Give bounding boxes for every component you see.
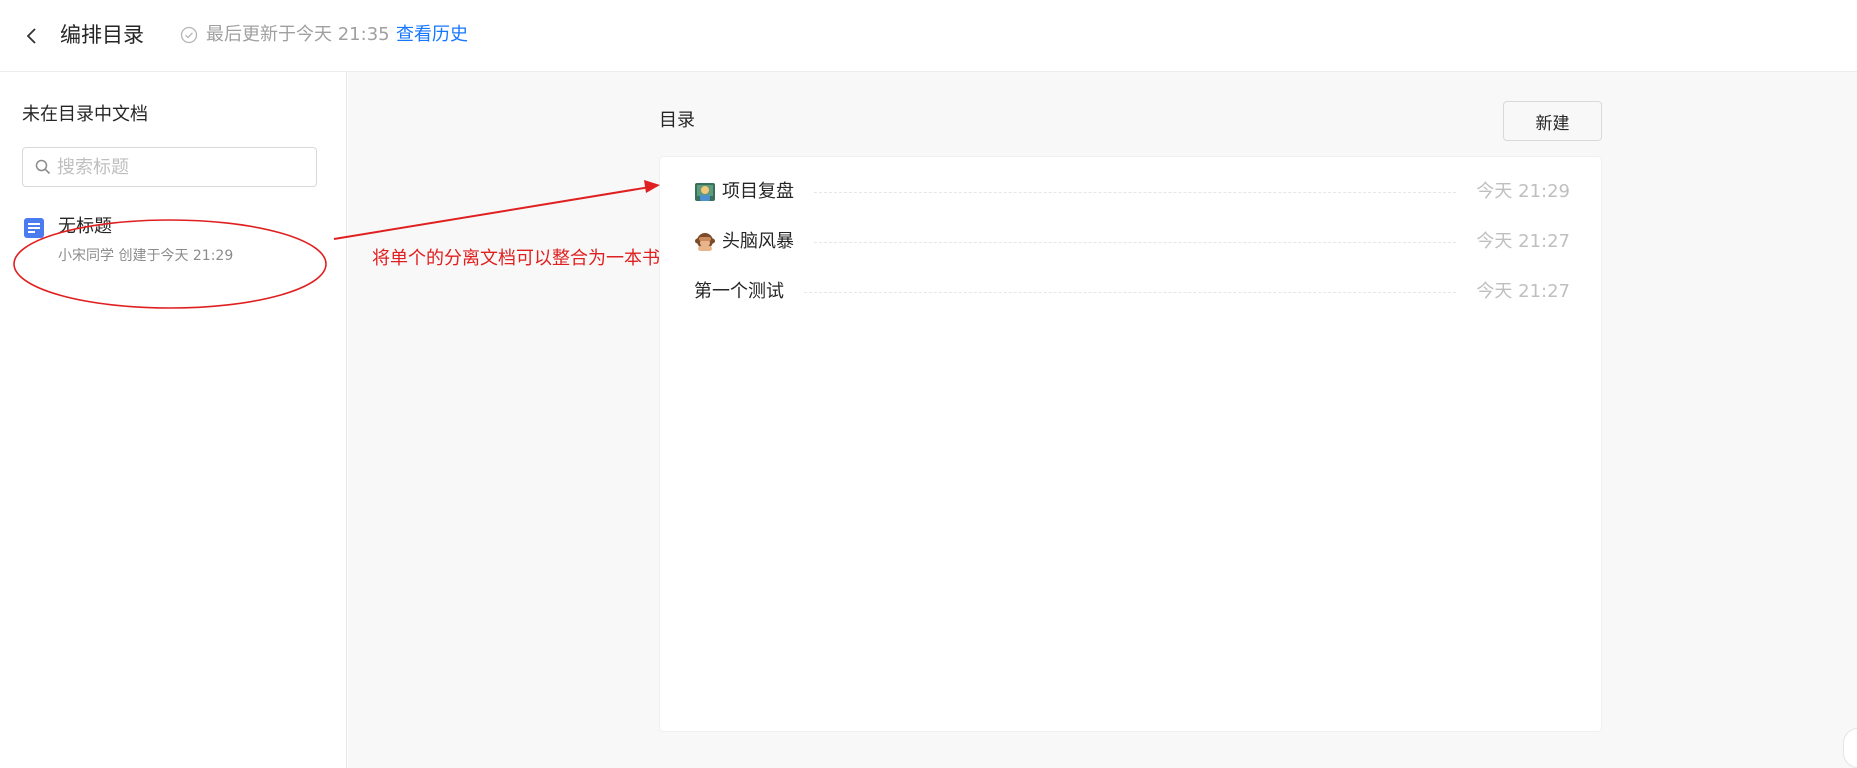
dotted-leader [814,191,1457,193]
sidebar-title: 未在目录中文档 [22,104,148,125]
document-icon [24,218,44,238]
dotted-leader [804,291,1457,293]
new-button[interactable]: 新建 [1503,101,1602,141]
doc-meta: 小宋同学 创建于今天 21:29 [58,248,234,264]
search-icon [35,159,51,175]
dotted-leader [814,241,1457,243]
unlisted-doc-item[interactable]: 无标题 小宋同学 创建于今天 21:29 [22,212,322,272]
toc-item-time: 今天 21:27 [1476,281,1570,302]
toc-item-time: 今天 21:29 [1476,181,1570,202]
toc-item-name: 头脑风暴 [722,231,794,252]
toc-item[interactable]: 项目复盘 今天 21:29 [694,177,1570,207]
toc-panel: 项目复盘 今天 21:29 头脑风暴 今天 21:27 第一个测试 今天 21:… [659,156,1602,732]
toc-item-time: 今天 21:27 [1476,231,1570,252]
toc-item-name: 项目复盘 [722,181,794,202]
chevron-left-icon [26,28,36,44]
search-box[interactable] [22,147,317,187]
search-input[interactable] [57,156,297,178]
toc-item[interactable]: 第一个测试 今天 21:27 [694,277,1570,307]
teacher-emoji-icon [694,181,716,203]
top-bar: 编排目录 最后更新于今天 21:35 查看历史 [0,0,1857,72]
view-history-link[interactable]: 查看历史 [396,22,468,48]
annotation-text: 将单个的分离文档可以整合为一本书 [372,248,660,269]
main-panel: 目录 新建 项目复盘 今天 21:29 头脑风暴 今天 21:27 第一个测试 … [348,72,1857,768]
save-status: 最后更新于今天 21:35 [180,24,390,46]
status-text: 最后更新于今天 21:35 [206,24,390,45]
toc-item[interactable]: 头脑风暴 今天 21:27 [694,227,1570,257]
check-circle-icon [180,26,198,44]
doc-title: 无标题 [58,216,112,237]
sidebar: 未在目录中文档 无标题 小宋同学 创建于今天 21:29 [0,72,347,768]
back-button[interactable] [18,22,46,50]
page-title: 编排目录 [60,23,144,47]
floating-help-button[interactable] [1843,728,1857,768]
monkey-emoji-icon [694,231,716,253]
toc-label: 目录 [659,110,695,131]
toc-item-name: 第一个测试 [694,281,784,302]
